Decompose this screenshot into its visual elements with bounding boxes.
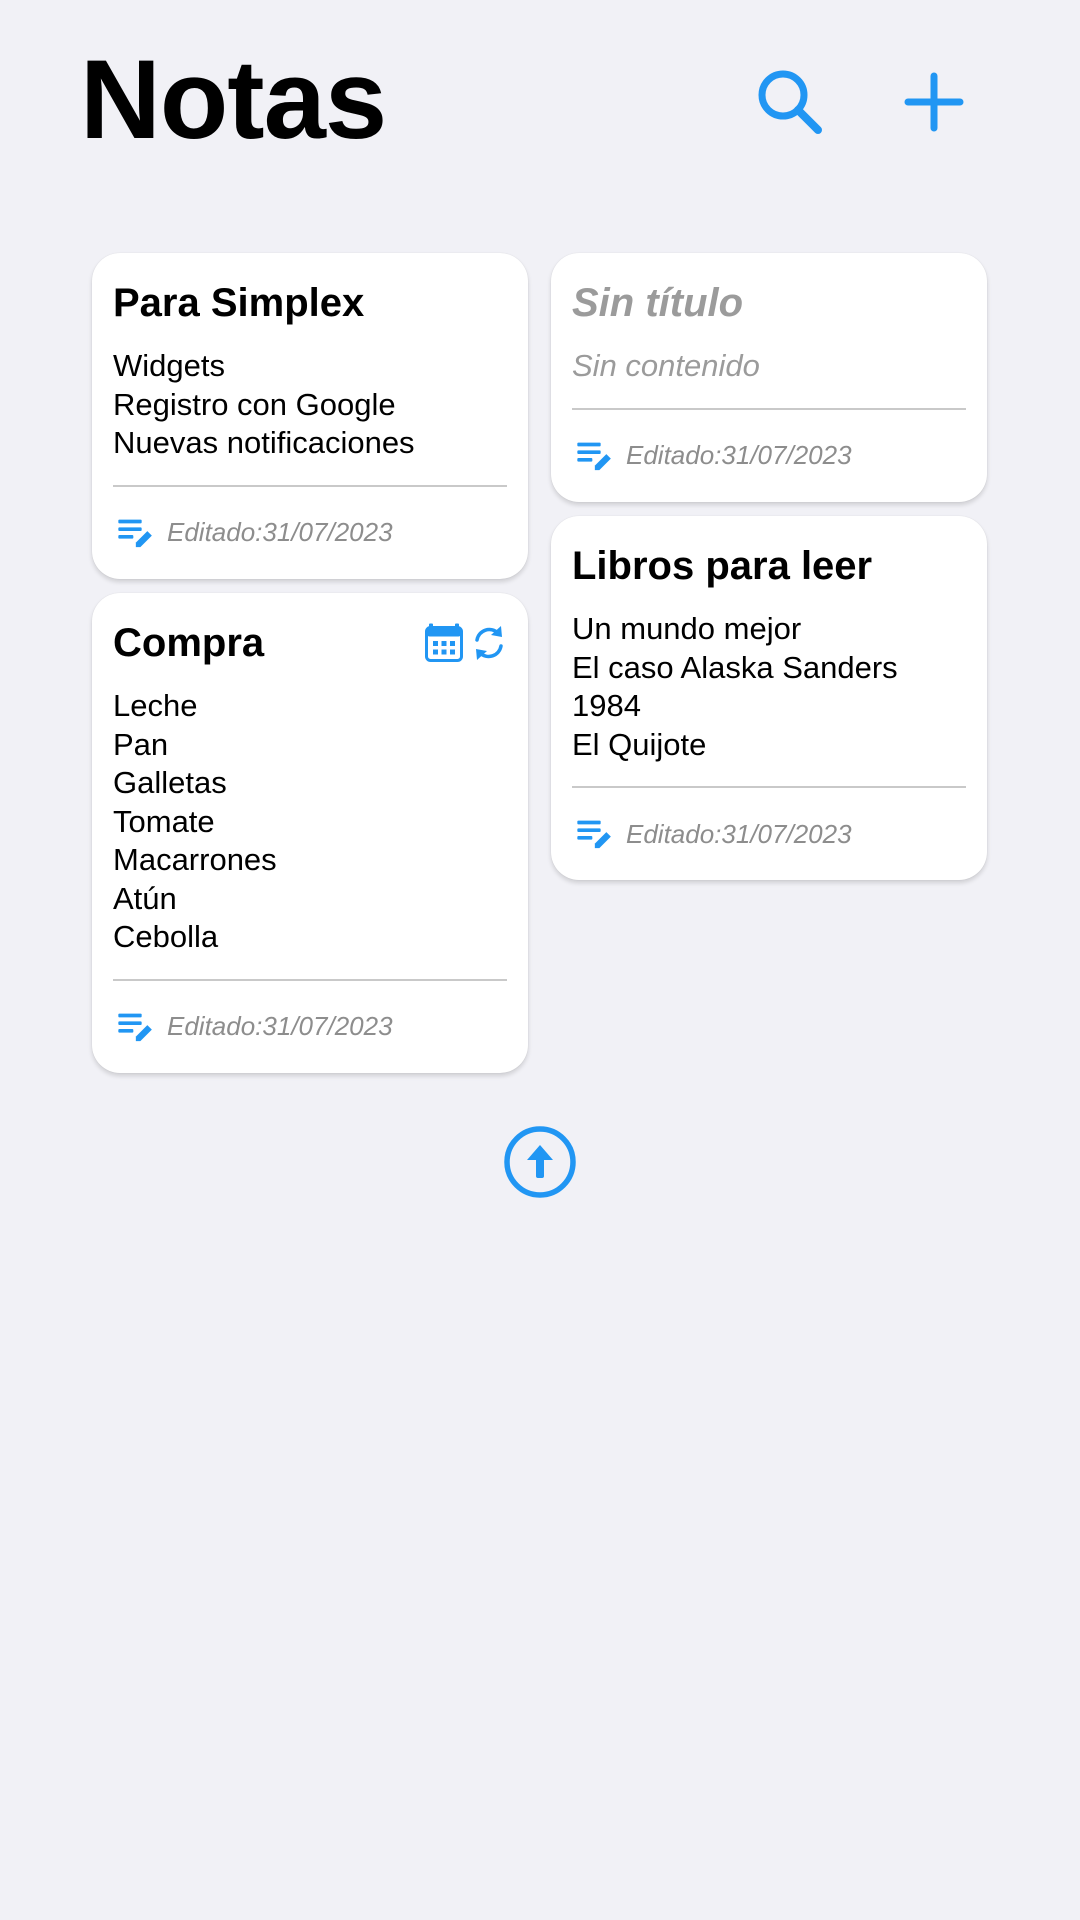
note-card[interactable]: Sin título Sin contenido Editado:31/07/2… (551, 253, 987, 502)
note-content: Sin contenido (572, 347, 966, 386)
note-line: Nuevas notificaciones (113, 425, 415, 460)
scroll-to-top-button[interactable] (503, 1125, 577, 1199)
note-footer: Editado:31/07/2023 (113, 487, 507, 579)
note-footer: Editado:31/07/2023 (113, 981, 507, 1073)
edit-note-icon (574, 436, 614, 476)
plus-icon (904, 72, 964, 132)
note-line: Macarrones (113, 842, 277, 877)
note-line: Cebolla (113, 919, 219, 954)
calendar-icon (425, 623, 463, 662)
note-header: Compra (113, 615, 507, 671)
note-content: Leche Pan Galletas Tomate Macarrones Atú… (113, 687, 507, 957)
note-line: Leche (113, 688, 198, 723)
note-line: Un mundo mejor (572, 611, 802, 646)
note-header: Para Simplex (113, 275, 507, 331)
edited-date: Editado:31/07/2023 (167, 517, 393, 547)
note-line: Registro con Google (113, 386, 396, 422)
arrow-up-circle-icon (504, 1126, 576, 1198)
note-footer: Editado:31/07/2023 (572, 410, 966, 502)
edited-date: Editado:31/07/2023 (626, 818, 852, 849)
page-title: Notas (80, 37, 387, 162)
add-note-button[interactable] (892, 60, 976, 144)
edit-note-icon (574, 814, 614, 854)
note-content: Un mundo mejor El caso Alaska Sanders 19… (572, 610, 966, 764)
note-header: Libros para leer (572, 538, 966, 594)
note-card[interactable]: Compra Leche Pan Galletas Tomate Macarro… (92, 593, 528, 1073)
note-line: 1984 (572, 688, 641, 723)
edit-note-icon (115, 513, 155, 553)
note-line: Pan (113, 726, 169, 762)
note-line: El caso Alaska Sanders (572, 649, 898, 685)
search-icon (758, 70, 822, 134)
edited-date: Editado:31/07/2023 (167, 1011, 393, 1041)
note-title: Compra (113, 620, 265, 665)
note-line: Atún (113, 880, 177, 916)
note-content: Widgets Registro con Google Nuevas notif… (113, 347, 507, 463)
note-card[interactable]: Para Simplex Widgets Registro con Google… (92, 253, 528, 579)
note-line: El Quijote (572, 726, 707, 762)
note-line: Galletas (113, 765, 227, 800)
repeat-icon (475, 626, 503, 660)
edit-note-icon (115, 1007, 155, 1047)
note-line: Sin contenido (572, 348, 760, 383)
note-footer: Editado:31/07/2023 (572, 788, 966, 880)
note-title: Sin título (572, 280, 744, 325)
note-card[interactable]: Libros para leer Un mundo mejor El caso … (551, 516, 987, 880)
note-badges (425, 623, 507, 663)
note-line: Tomate (113, 803, 215, 839)
note-line: Widgets (113, 348, 225, 383)
note-title: Libros para leer (572, 543, 873, 588)
note-title: Para Simplex (113, 280, 365, 325)
note-header: Sin título (572, 275, 966, 331)
search-button[interactable] (748, 60, 832, 144)
edited-date: Editado:31/07/2023 (626, 440, 852, 470)
top-bar: Notas (0, 0, 1080, 200)
